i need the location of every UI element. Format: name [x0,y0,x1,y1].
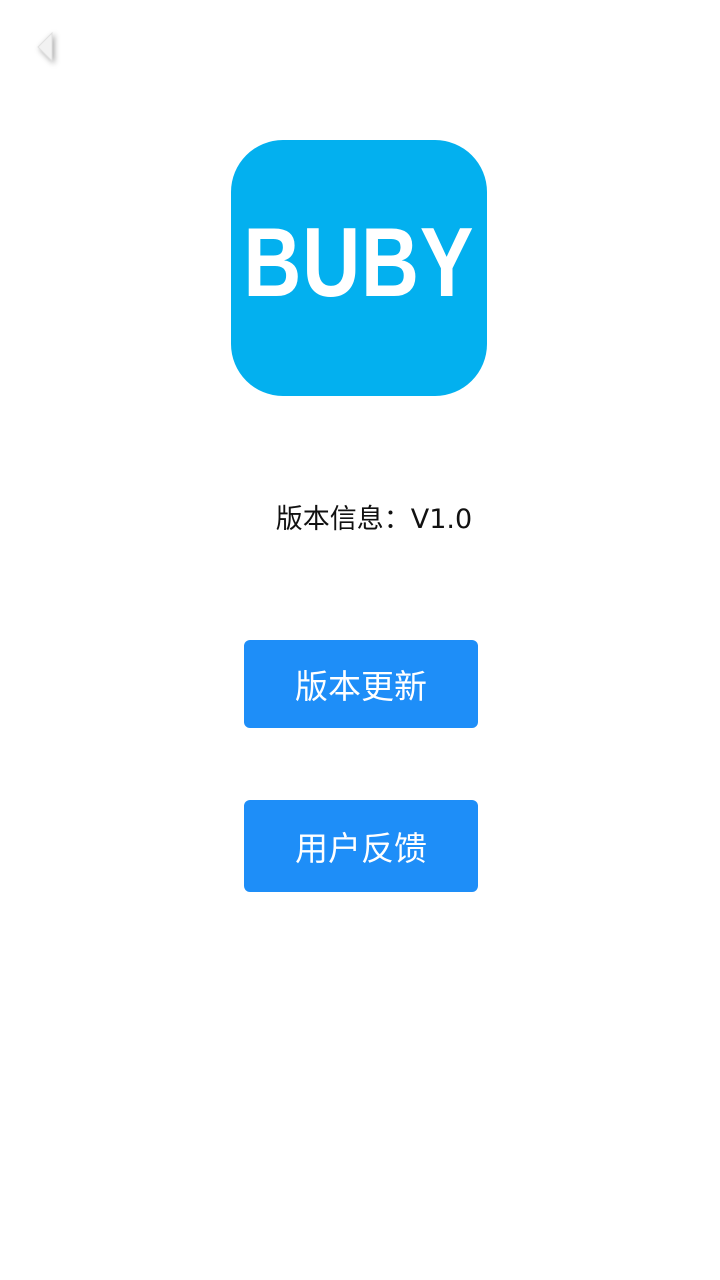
user-feedback-label: 用户反馈 [295,829,427,868]
app-logo-text: BUBY [243,207,475,317]
chevron-left-icon [37,31,53,63]
version-update-label: 版本更新 [295,667,427,706]
version-info: 版本信息：V1.0 [0,500,720,540]
app-logo: BUBY [231,140,487,396]
back-button[interactable] [26,28,66,68]
version-update-button[interactable]: 版本更新 [244,640,478,728]
version-label: 版本信息： [275,504,411,535]
user-feedback-button[interactable]: 用户反馈 [244,800,478,892]
version-value: V1.0 [410,504,473,535]
